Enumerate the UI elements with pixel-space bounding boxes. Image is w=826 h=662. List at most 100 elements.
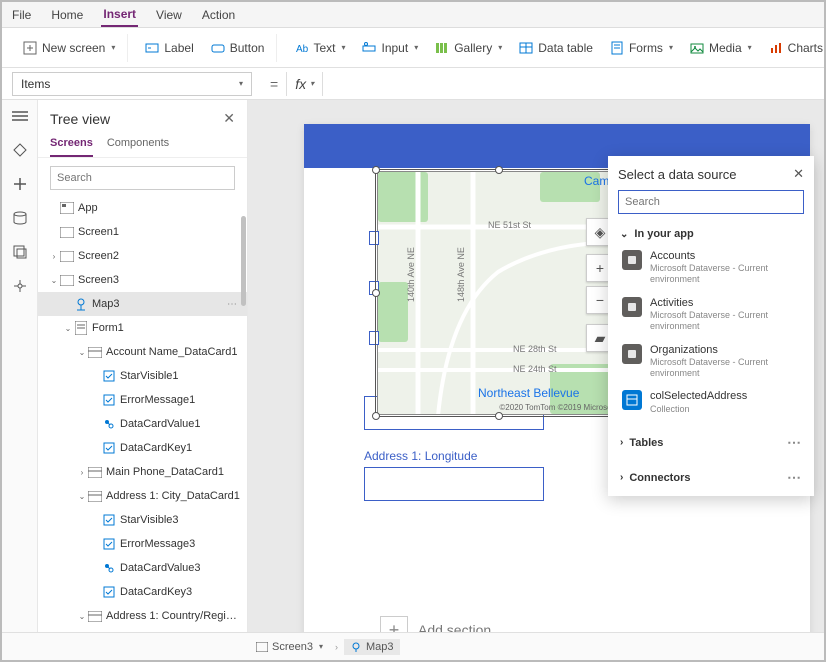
chevron-down-icon: ▾ (414, 43, 418, 52)
datasource-popup: Select a data source ✕ ⌄ In your app Acc… (608, 156, 814, 496)
more-icon[interactable]: ⋯ (787, 434, 802, 451)
new-screen-label: New screen (42, 41, 105, 55)
tree-expander-icon[interactable]: › (76, 468, 88, 477)
tree-item[interactable]: DataCardValue1 (38, 412, 247, 436)
tree-item[interactable]: App (38, 196, 247, 220)
map-label: 140th Ave NE (406, 247, 416, 302)
tree-item[interactable]: ⌄Address 1: City_DataCard1 (38, 484, 247, 508)
menu-home[interactable]: Home (49, 4, 85, 26)
tree-expander-icon[interactable]: ⌄ (76, 492, 88, 501)
formula-input[interactable] (323, 72, 824, 96)
breadcrumb-control[interactable]: Map3 (344, 639, 400, 655)
datatable-button[interactable]: Data table (512, 36, 599, 60)
close-icon[interactable]: ✕ (793, 166, 804, 182)
fx-label[interactable]: fx▾ (287, 76, 322, 92)
field-input-longitude[interactable] (364, 467, 544, 501)
tree-item[interactable]: Screen1 (38, 220, 247, 244)
canvas-area[interactable]: Address 1: Longitude dress (248, 100, 824, 632)
tree-close-icon[interactable]: ✕ (223, 110, 235, 127)
ctrl2-icon (102, 417, 116, 431)
breadcrumb-separator: › (335, 642, 338, 652)
datasource-section-tables[interactable]: › Tables ⋯ (618, 430, 804, 455)
tree-item[interactable]: ⌄Address 1: Country/Region_DataCard1 (38, 604, 247, 628)
chevron-down-icon: ⌄ (620, 229, 628, 240)
chevron-down-icon: ▾ (319, 642, 323, 651)
tree-item-label: ErrorMessage1 (120, 394, 241, 406)
tree-item[interactable]: StarVisible1 (38, 364, 247, 388)
tree-item[interactable]: ⌄Screen3 (38, 268, 247, 292)
tree-search-input[interactable] (50, 166, 235, 190)
tree-list[interactable]: AppScreen1›Screen2⌄Screen3Map3⋯⌄Form1⌄Ac… (38, 196, 247, 632)
card-icon (88, 609, 102, 623)
tree-expander-icon[interactable]: ⌄ (76, 612, 88, 621)
text-button[interactable]: Ab Text ▾ (287, 36, 351, 60)
rail-tools-icon[interactable] (10, 276, 30, 296)
breadcrumb-screen[interactable]: Screen3 ▾ (250, 639, 329, 655)
resize-handle[interactable] (372, 412, 380, 420)
label-button-label: Label (164, 41, 193, 55)
datasource-item[interactable]: colSelectedAddressCollection (618, 384, 804, 420)
button-icon (210, 40, 226, 56)
datasource-item[interactable]: ActivitiesMicrosoft Dataverse - Current … (618, 291, 804, 338)
tree-expander-icon[interactable]: › (48, 252, 60, 261)
rail-add-icon[interactable] (10, 174, 30, 194)
forms-button[interactable]: Forms ▾ (603, 36, 679, 60)
resize-handle[interactable] (372, 166, 380, 174)
tree-item-label: StarVisible3 (120, 514, 241, 526)
rail-tree-icon[interactable] (10, 106, 30, 126)
tree-expander-icon[interactable]: ⌄ (62, 324, 74, 333)
chevron-down-icon: ▾ (111, 43, 115, 52)
chevron-down-icon: ▾ (748, 43, 752, 52)
menu-insert[interactable]: Insert (101, 3, 138, 27)
tree-item[interactable]: DataCardValue3 (38, 556, 247, 580)
resize-handle[interactable] (372, 289, 380, 297)
tree-item[interactable]: ErrorMessage3 (38, 532, 247, 556)
gallery-button[interactable]: Gallery ▾ (428, 36, 508, 60)
tree-item[interactable]: ErrorMessage1 (38, 388, 247, 412)
rail-media-icon[interactable] (10, 242, 30, 262)
rail-data-icon[interactable] (10, 208, 30, 228)
menu-action[interactable]: Action (200, 4, 237, 26)
tree-item-label: StarVisible1 (120, 370, 241, 382)
charts-button[interactable]: Charts ▾ (762, 36, 826, 60)
map-icon (350, 641, 362, 653)
datasource-item[interactable]: OrganizationsMicrosoft Dataverse - Curre… (618, 338, 804, 385)
button-button[interactable]: Button (204, 36, 271, 60)
new-screen-button[interactable]: New screen ▾ (16, 36, 121, 60)
more-icon[interactable]: ⋯ (223, 299, 241, 310)
screen-icon (60, 225, 74, 239)
tree-item[interactable]: ⌄Account Name_DataCard1 (38, 340, 247, 364)
property-selector[interactable]: Items ▾ (12, 72, 252, 96)
datasource-section-inapp[interactable]: ⌄ In your app (618, 224, 804, 244)
plus-icon: + (380, 616, 408, 632)
label-button[interactable]: Label (138, 36, 199, 60)
tree-item[interactable]: DataCardKey3 (38, 580, 247, 604)
tree-expander-icon[interactable]: ⌄ (48, 276, 60, 285)
tree-item[interactable]: ›Screen2 (38, 244, 247, 268)
tree-item[interactable]: DataCardKey1 (38, 436, 247, 460)
media-button[interactable]: Media ▾ (683, 36, 758, 60)
add-section-button[interactable]: + Add section (380, 616, 491, 632)
tree-expander-icon[interactable]: ⌄ (76, 348, 88, 357)
resize-handle[interactable] (495, 412, 503, 420)
charts-button-label: Charts (788, 41, 823, 55)
rail-insert-icon[interactable] (10, 140, 30, 160)
map-control[interactable]: NE 51st St 148th Ave NE 140th Ave NE NE … (377, 171, 621, 415)
input-button[interactable]: Input ▾ (355, 36, 424, 60)
more-icon[interactable]: ⋯ (787, 469, 802, 486)
tree-item[interactable]: ›Main Phone_DataCard1 (38, 460, 247, 484)
resize-handle[interactable] (495, 166, 503, 174)
tree-tab-components[interactable]: Components (107, 131, 169, 157)
chevron-right-icon: › (620, 437, 623, 448)
datasource-search-input[interactable] (618, 190, 804, 214)
menu-view[interactable]: View (154, 4, 184, 26)
scrollbar-thumb[interactable] (241, 216, 246, 306)
datasource-section-connectors[interactable]: › Connectors ⋯ (618, 465, 804, 490)
datasource-item[interactable]: AccountsMicrosoft Dataverse - Current en… (618, 244, 804, 291)
tree-tab-screens[interactable]: Screens (50, 131, 93, 157)
tree-item[interactable]: StarVisible3 (38, 508, 247, 532)
tree-item[interactable]: Map3⋯ (38, 292, 247, 316)
menu-file[interactable]: File (10, 4, 33, 26)
tree-item[interactable]: ⌄Form1 (38, 316, 247, 340)
gallery-icon (434, 40, 450, 56)
